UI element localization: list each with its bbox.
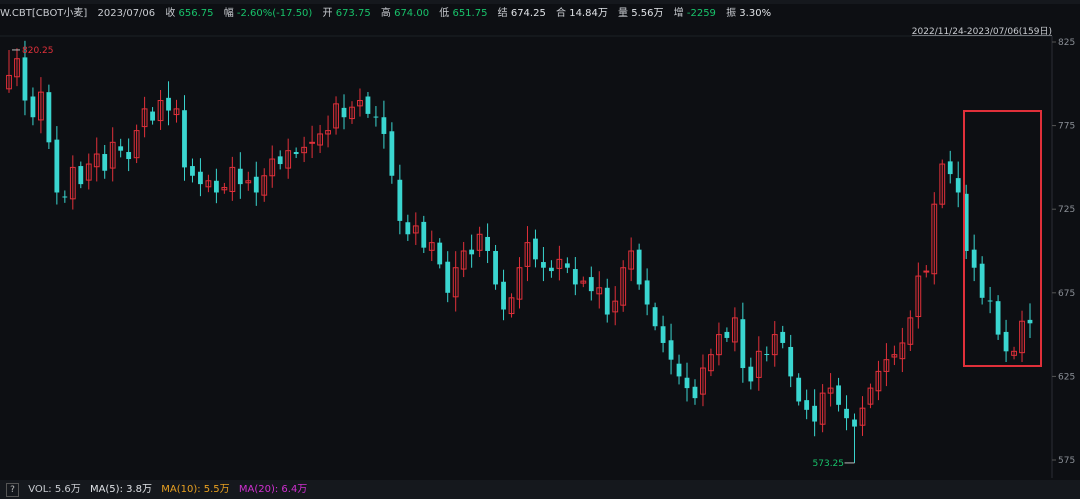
candle-body[interactable] (54, 139, 60, 193)
candle-body[interactable] (277, 156, 283, 165)
help-button[interactable]: ? (6, 483, 19, 497)
candle-body[interactable] (836, 385, 841, 405)
candle-body[interactable] (469, 249, 475, 255)
candle-body[interactable] (652, 307, 658, 327)
candle-body[interactable] (166, 97, 171, 111)
candle-body[interactable] (253, 176, 259, 193)
candle-body[interactable] (588, 277, 594, 292)
ma5-value: MA(5): 3.8万 (89, 484, 153, 495)
vol-value: VOL: 5.6万 (28, 484, 81, 495)
candle-body[interactable] (365, 96, 371, 114)
candle-body[interactable] (660, 326, 666, 343)
candle-body[interactable] (102, 154, 108, 171)
candle-body[interactable] (636, 249, 642, 285)
candle-body[interactable] (150, 111, 155, 121)
candle-body[interactable] (78, 166, 84, 185)
candle-body[interactable] (748, 366, 754, 382)
y-tick-label: 575 (1058, 456, 1075, 466)
candle-body[interactable] (844, 408, 849, 419)
candle-body[interactable] (684, 377, 690, 389)
candle-body[interactable] (421, 221, 427, 248)
candle-body[interactable] (995, 301, 1001, 335)
candle-body[interactable] (190, 166, 195, 176)
candle-body[interactable] (979, 263, 985, 298)
candle-body[interactable] (501, 281, 506, 310)
candle-body[interactable] (198, 171, 203, 185)
candle-body[interactable] (493, 251, 498, 285)
candle-body[interactable] (644, 280, 650, 305)
candle-body[interactable] (572, 269, 578, 285)
candle-body[interactable] (1027, 319, 1033, 324)
candle-body[interactable] (126, 152, 132, 160)
candle-body[interactable] (30, 96, 36, 118)
y-tick-label: 775 (1058, 122, 1075, 132)
candle-body[interactable] (812, 405, 818, 422)
candle-body[interactable] (373, 116, 379, 118)
candle-body[interactable] (947, 161, 953, 175)
low-annotation: 573.25 (813, 459, 845, 469)
candle-body[interactable] (62, 196, 68, 198)
high-annotation: 820.25 (22, 46, 54, 56)
candle-body[interactable] (692, 386, 698, 399)
candle-body[interactable] (485, 236, 490, 251)
candle-body[interactable] (405, 222, 411, 235)
candle-body[interactable] (541, 262, 546, 268)
candle-body[interactable] (213, 180, 219, 193)
candle-body[interactable] (445, 261, 451, 293)
highlight-box (963, 110, 1042, 367)
candle-body[interactable] (796, 377, 802, 402)
candle-body[interactable] (955, 178, 961, 193)
candle-body[interactable] (22, 57, 28, 101)
candle-body[interactable] (118, 146, 124, 151)
candle-body[interactable] (341, 107, 347, 118)
candle-body[interactable] (987, 300, 993, 302)
y-tick-label: 625 (1058, 372, 1075, 382)
candle-body[interactable] (764, 353, 770, 355)
candle-body[interactable] (852, 419, 857, 427)
candle-body[interactable] (676, 363, 682, 377)
candlestick-chart[interactable]: 825 775 725 675 625 575 820.25 573.25 (0, 0, 1080, 499)
candle-body[interactable] (804, 400, 810, 410)
candle-body[interactable] (397, 179, 403, 221)
candle-body[interactable] (182, 110, 187, 168)
candle-body[interactable] (533, 238, 538, 260)
candle-body[interactable] (237, 168, 243, 185)
candle-body[interactable] (389, 131, 395, 176)
candle-body[interactable] (46, 92, 52, 143)
ma20-value: MA(20): 6.4万 (238, 484, 308, 495)
candle-body[interactable] (668, 340, 674, 360)
candle-body[interactable] (293, 152, 299, 155)
candle-body[interactable] (564, 263, 570, 268)
ma10-value: MA(10): 5.5万 (161, 484, 230, 495)
candle-body[interactable] (971, 249, 977, 268)
volume-indicator-bar: ? VOL: 5.6万 MA(5): 3.8万 MA(10): 5.5万 MA(… (0, 480, 1080, 499)
y-tick-label: 725 (1058, 205, 1075, 215)
candle-body[interactable] (780, 331, 786, 343)
candle-body[interactable] (1003, 331, 1009, 352)
candle-body[interactable] (604, 287, 610, 315)
candle-body[interactable] (724, 331, 730, 338)
y-tick-label: 825 (1058, 38, 1075, 48)
candle-body[interactable] (381, 117, 387, 134)
candle-body[interactable] (740, 319, 746, 369)
candle-body[interactable] (788, 346, 794, 377)
candle-body[interactable] (437, 242, 443, 265)
candle-body[interactable] (549, 267, 554, 272)
y-tick-label: 675 (1058, 289, 1075, 299)
